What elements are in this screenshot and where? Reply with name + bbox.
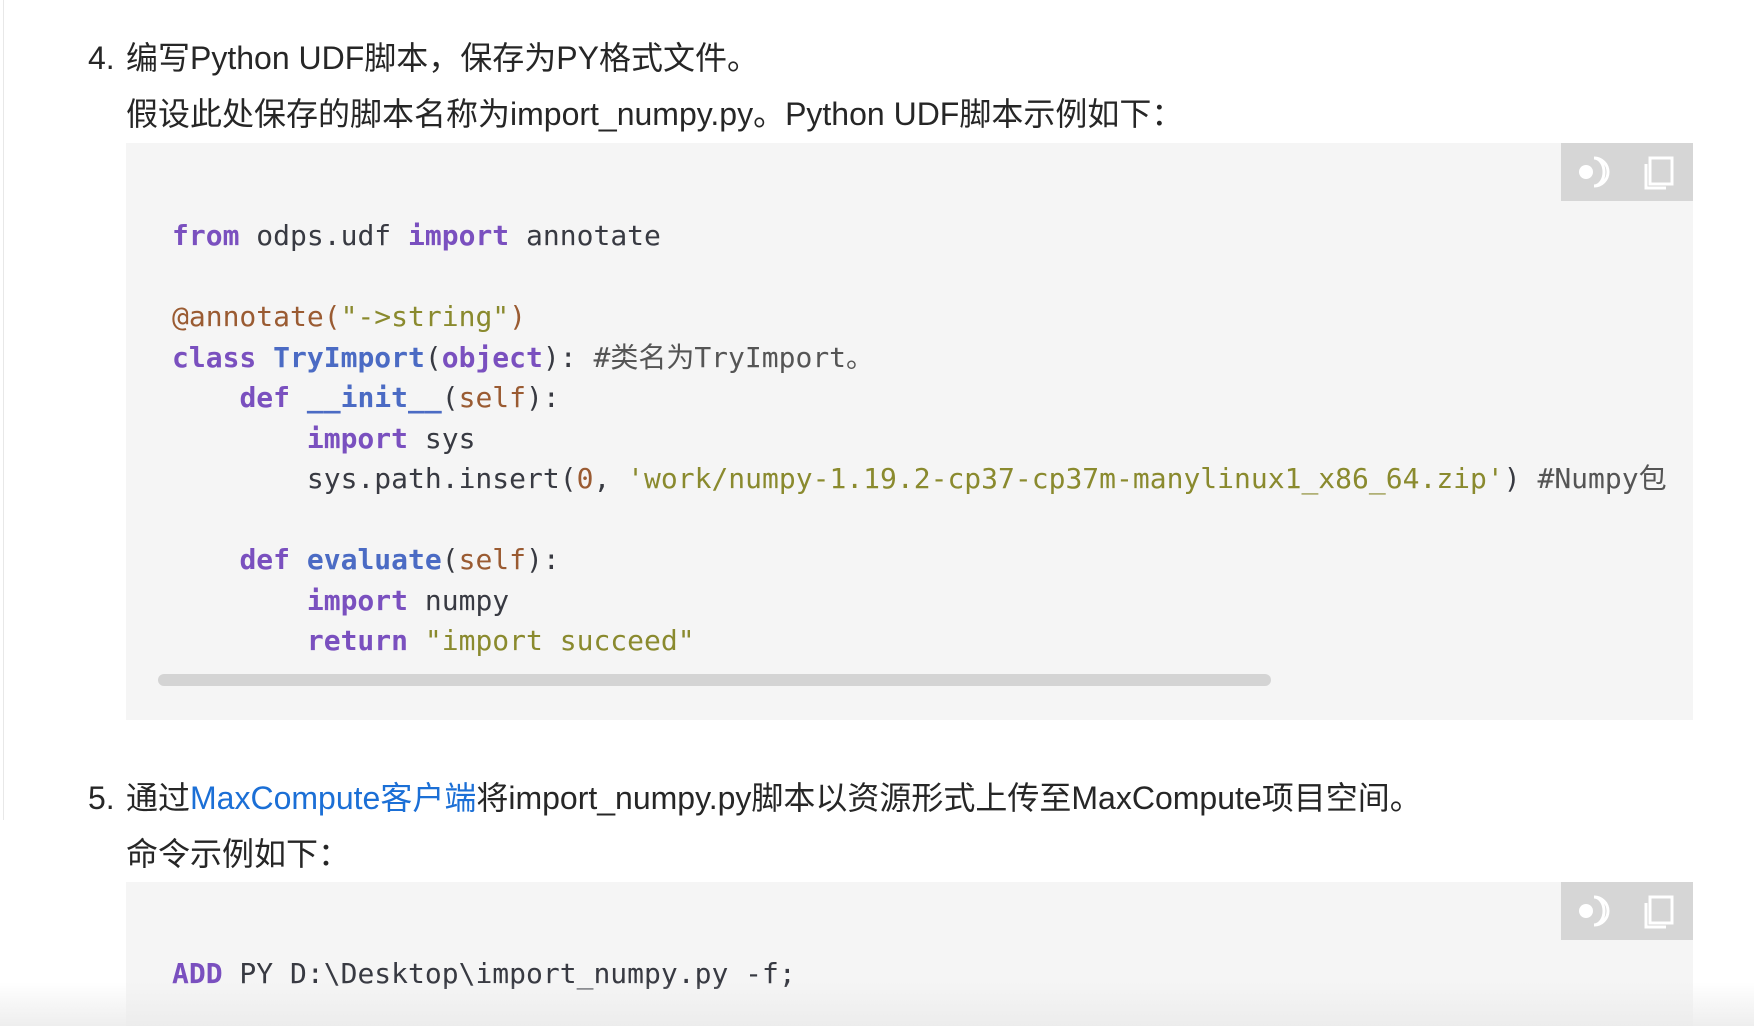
copy-icon xyxy=(1644,156,1674,190)
code-line: sys.path.insert(0, 'work/numpy-1.19.2-cp… xyxy=(172,462,1667,495)
code-horizontal-scrollbar[interactable] xyxy=(158,674,1271,686)
code-line: return "import succeed" xyxy=(306,624,695,657)
step-description: 命令示例如下： xyxy=(126,836,351,872)
code-toolbar xyxy=(1561,882,1693,940)
code-line: import sys xyxy=(306,421,476,455)
code-line: def evaluate(self): xyxy=(239,543,560,576)
maxcompute-client-link[interactable]: MaxCompute客户端 xyxy=(190,780,476,816)
copy-button[interactable] xyxy=(1638,150,1682,194)
code-line: @annotate("->string") xyxy=(172,300,527,333)
step-title-prefix: 通过 xyxy=(126,780,191,816)
code-line: from odps.udf import annotate xyxy=(172,219,661,252)
step-title: 编写Python UDF脚本，保存为PY格式文件。 xyxy=(126,40,759,76)
code-line: def __init__(self): xyxy=(239,381,560,414)
code-line: class TryImport(object): #类名为TryImport。 xyxy=(172,340,875,374)
bottom-fade xyxy=(0,982,1754,1026)
content-left-border xyxy=(3,0,4,820)
step-number: 4. xyxy=(88,40,115,76)
code-block-python-udf: from odps.udf import annotate @annotate(… xyxy=(126,143,1693,720)
step-title-suffix: 将import_numpy.py脚本以资源形式上传至MaxCompute项目空间… xyxy=(476,780,1422,816)
copy-button[interactable] xyxy=(1638,889,1682,933)
code-toolbar xyxy=(1561,143,1693,201)
theme-toggle-button[interactable] xyxy=(1572,150,1616,194)
code-line: import numpy xyxy=(306,583,510,617)
copy-icon xyxy=(1644,895,1674,929)
code-content: from odps.udf import annotate @annotate(… xyxy=(172,216,1667,662)
step-description: 假设此处保存的脚本名称为import_numpy.py。Python UDF脚本… xyxy=(126,96,1184,132)
theme-toggle-icon xyxy=(1579,895,1610,927)
step-number: 5. xyxy=(88,780,115,816)
theme-toggle-button[interactable] xyxy=(1572,889,1616,933)
step-title: 通过MaxCompute客户端将import_numpy.py脚本以资源形式上传… xyxy=(126,776,1422,820)
theme-toggle-icon xyxy=(1579,156,1610,188)
